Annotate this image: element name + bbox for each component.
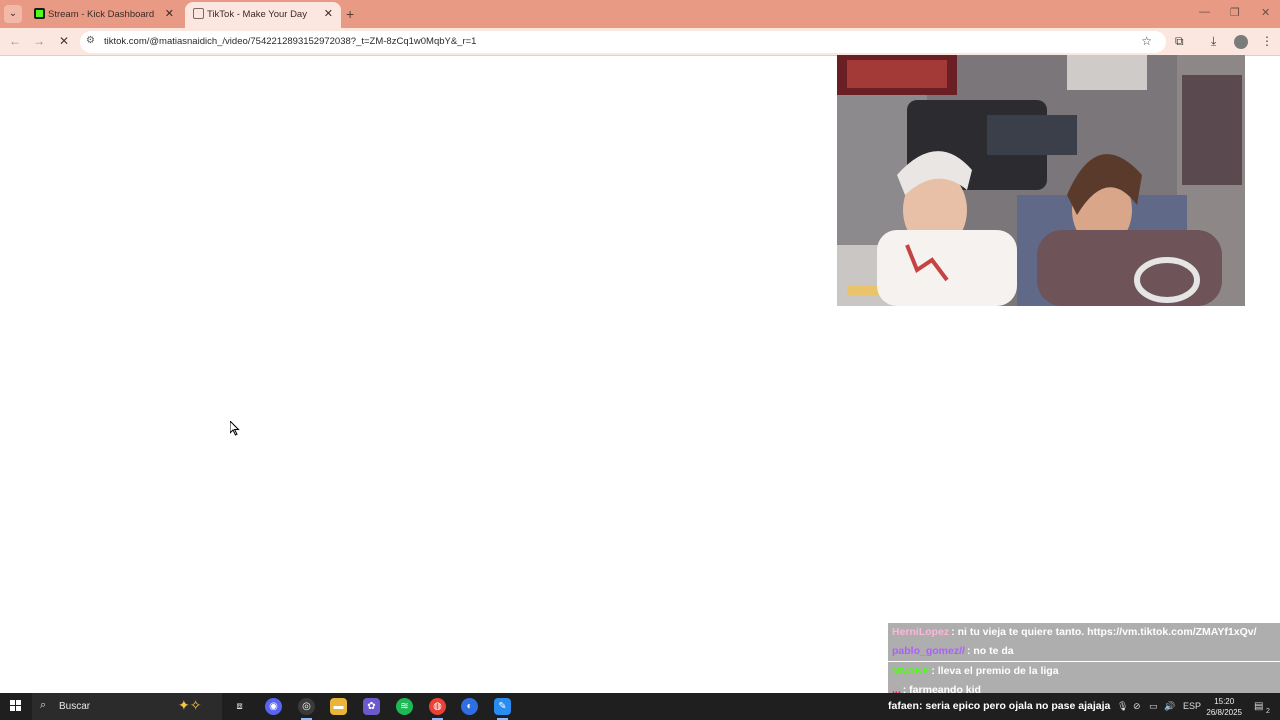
windows-start-icon[interactable]	[10, 700, 22, 712]
network-icon[interactable]: ▭	[1149, 701, 1158, 712]
maximize-icon[interactable]: ❐	[1230, 6, 1240, 19]
chat-text: : no te da	[966, 645, 1014, 658]
profile-avatar[interactable]	[1234, 35, 1248, 49]
notification-count: 2	[1266, 708, 1270, 715]
tiktok-icon	[193, 8, 204, 19]
language-indicator[interactable]: ESP	[1183, 701, 1201, 711]
webcam-overlay	[837, 55, 1245, 306]
search-icon: ⌕	[40, 699, 47, 711]
app-icon[interactable]: ◐	[461, 698, 478, 715]
copilot-sparkle-icon: ✦✧	[178, 697, 202, 713]
chat-message: NNAKE: lleva el premio de la liga	[888, 661, 1280, 681]
close-icon[interactable]: ✕	[324, 7, 333, 20]
stop-loading-icon[interactable]: ✕	[59, 34, 69, 48]
new-tab-button[interactable]: +	[346, 6, 354, 22]
notifications-icon[interactable]: ▤	[1254, 701, 1263, 712]
time: 15:20	[1214, 697, 1235, 706]
chat-message: HerniLopez: ni tu vieja te quiere tanto.…	[888, 623, 1280, 642]
spotify-icon[interactable]: ≋	[396, 698, 413, 715]
extensions-icon[interactable]: ⧉	[1175, 34, 1184, 49]
chat-message: pablo_gomez//: no te da	[888, 642, 1280, 662]
minimize-icon[interactable]: —	[1199, 6, 1210, 18]
browser-toolbar: ← → ✕ ⚙ tiktok.com/@matiasnaidich_/video…	[0, 28, 1280, 56]
file-explorer-icon[interactable]: ▬	[330, 698, 347, 715]
chat-text: : lleva el premio de la liga	[931, 664, 1059, 677]
copilot-icon[interactable]: ✿	[363, 698, 380, 715]
window-close-icon[interactable]: ✕	[1261, 6, 1270, 19]
chat-text: : ni tu vieja te quiere tanto. https://v…	[951, 626, 1257, 638]
webcam-image	[837, 55, 1245, 306]
mouse-cursor-icon	[230, 421, 240, 436]
chat-username: fafaen	[888, 700, 919, 712]
volume-icon[interactable]: 🔊	[1164, 701, 1175, 712]
taskbar-search-box[interactable]: ⌕ Buscar ✦✧	[32, 693, 222, 720]
back-icon[interactable]: ←	[9, 34, 21, 48]
tab-title: TikTok - Make Your Day	[207, 9, 307, 20]
tab-search-button[interactable]: ⌄	[4, 5, 22, 23]
chat-text: : seria epico pero ojala no pase ajajaja	[918, 700, 1111, 712]
download-icon[interactable]: ⤓	[1211, 34, 1216, 49]
site-info-icon[interactable]: ⚙	[86, 35, 95, 46]
chat-username: pablo_gomez//	[892, 645, 965, 658]
chat-username: NNAKE	[892, 664, 930, 677]
search-placeholder: Buscar	[59, 701, 91, 712]
stream-chat-overlay: HerniLopez: ni tu vieja te quiere tanto.…	[888, 623, 1280, 701]
clock[interactable]: 15:20 26/8/2025	[1206, 696, 1242, 718]
tab-title: Stream - Kick Dashboard	[48, 9, 155, 20]
bookmark-star-icon[interactable]: ☆	[1141, 34, 1152, 48]
close-icon[interactable]: ✕	[165, 7, 174, 20]
chrome-icon[interactable]: ◍	[429, 698, 446, 720]
tab-strip: ⌄ Stream - Kick Dashboard ✕ TikTok - Mak…	[0, 0, 1280, 28]
app-icon[interactable]: ✎	[494, 698, 511, 720]
menu-icon[interactable]: ⋮	[1261, 34, 1273, 48]
chat-message: fafaen: seria epico pero ojala no pase a…	[888, 700, 1110, 712]
camera-off-icon[interactable]: ⊘	[1133, 701, 1141, 712]
tab-kick-dashboard[interactable]: Stream - Kick Dashboard ✕	[26, 2, 182, 28]
discord-icon[interactable]: ◉	[265, 698, 282, 715]
date: 26/8/2025	[1206, 708, 1242, 717]
task-view-icon[interactable]: ⧈	[231, 698, 248, 715]
obs-icon[interactable]: ◎	[298, 698, 315, 720]
url-text: tiktok.com/@matiasnaidich_/video/7542212…	[104, 36, 477, 47]
chat-username: HerniLopez	[892, 626, 950, 638]
kick-icon	[34, 8, 45, 19]
address-bar[interactable]: ⚙ tiktok.com/@matiasnaidich_/video/75422…	[80, 31, 1166, 53]
forward-icon[interactable]: →	[33, 34, 45, 48]
microphone-icon[interactable]: 🎙	[1117, 701, 1128, 712]
tab-tiktok[interactable]: TikTok - Make Your Day ✕	[185, 2, 341, 28]
